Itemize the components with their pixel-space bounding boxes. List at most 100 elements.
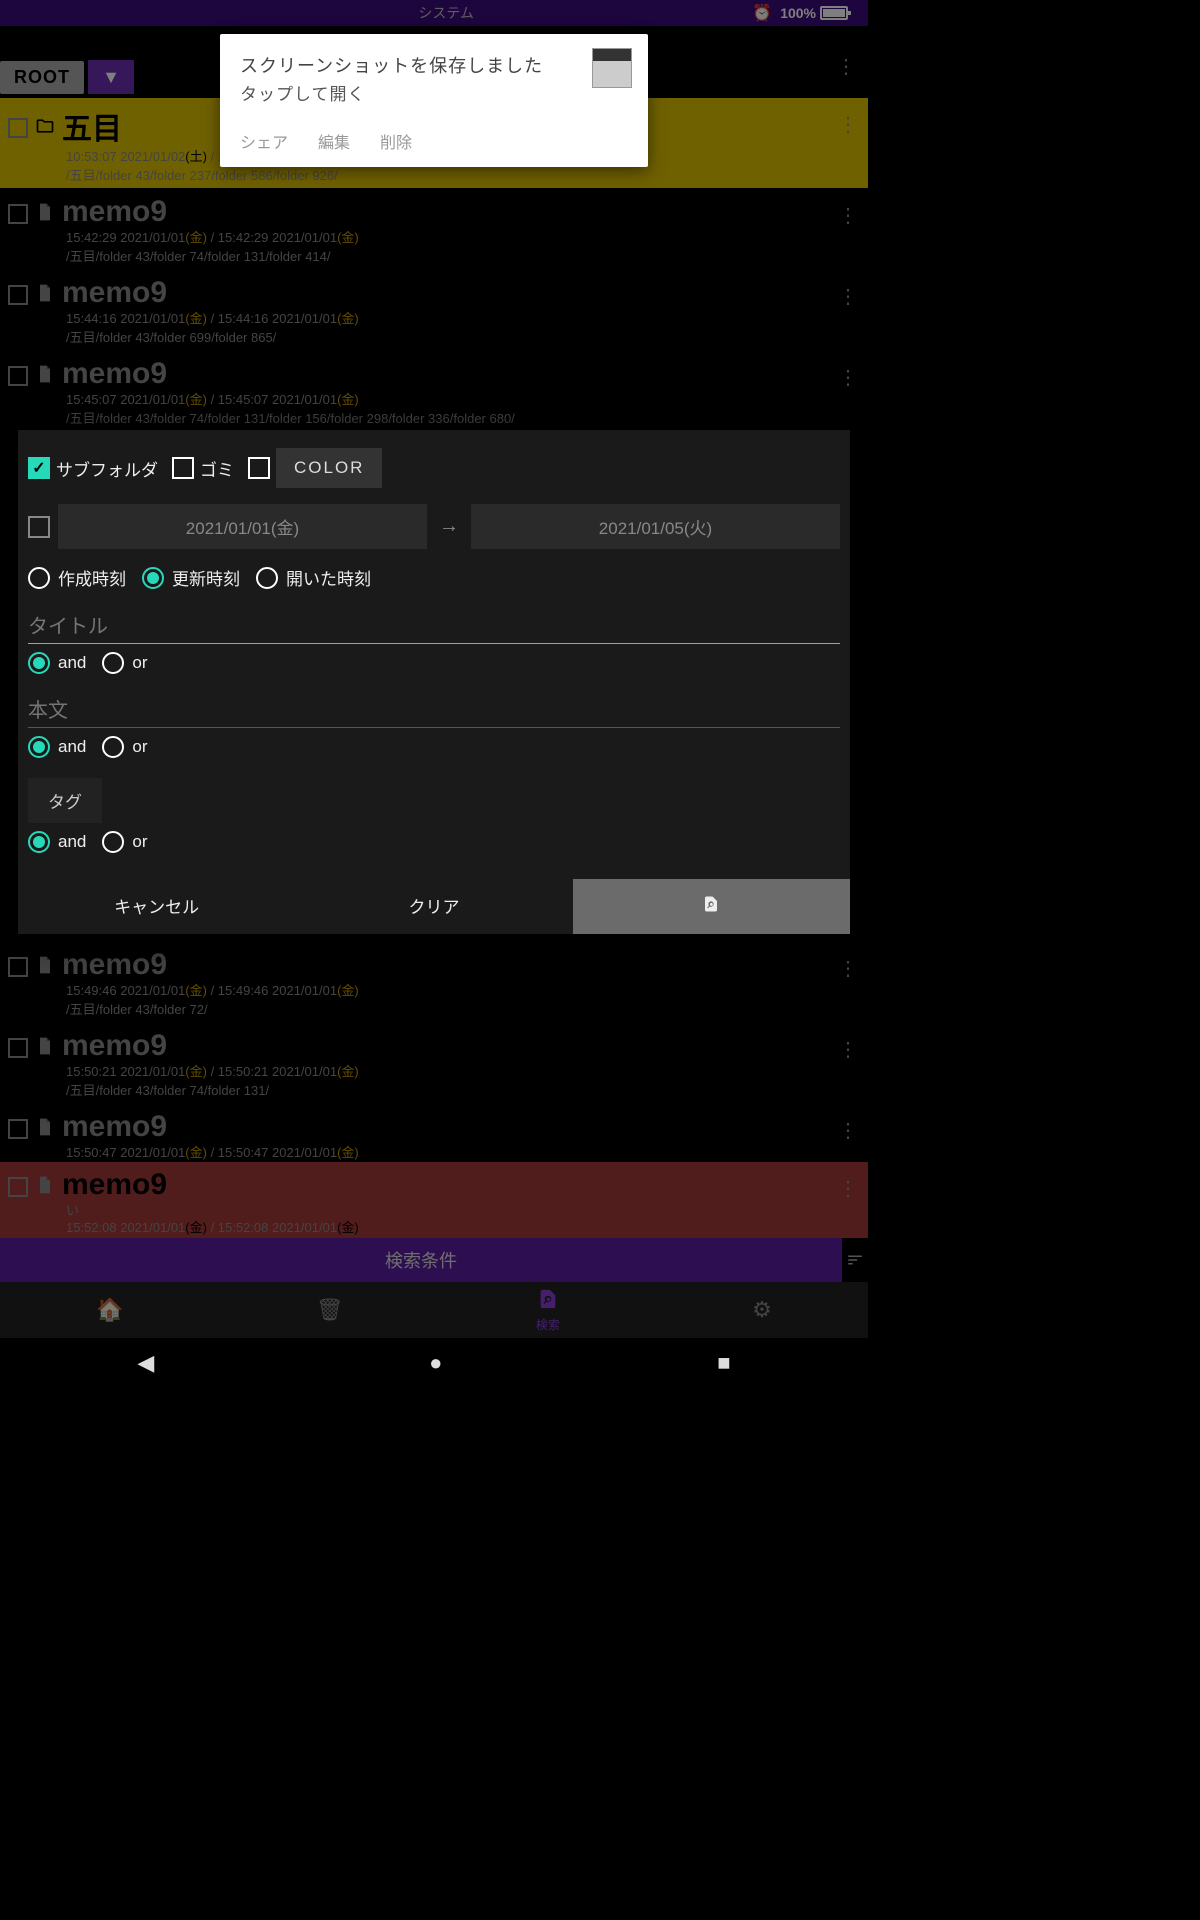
item-checkbox[interactable] [8, 366, 28, 386]
tag-or-label: or [132, 832, 147, 852]
gear-icon: ⚙ [752, 1297, 772, 1323]
date-enable-checkbox[interactable] [28, 516, 50, 538]
item-menu[interactable]: ⋮ [838, 365, 858, 390]
opened-label: 開いた時刻 [286, 565, 371, 590]
body-input[interactable] [28, 692, 840, 728]
home-button[interactable]: ● [429, 1350, 442, 1376]
sort-button[interactable] [842, 1238, 868, 1282]
nav-home[interactable]: 🏠 [96, 1297, 123, 1323]
item-checkbox[interactable] [8, 957, 28, 977]
system-nav: ◀ ● ■ [0, 1338, 868, 1388]
root-button[interactable]: ROOT [0, 61, 84, 94]
file-icon [34, 282, 56, 304]
item-path: /五目/folder 43/folder 74/folder 131/ [8, 1080, 868, 1103]
tag-or-radio[interactable] [102, 831, 124, 853]
status-system: システム [140, 3, 752, 23]
item-times: 15:49:46 2021/01/01(金) / 15:49:46 2021/0… [8, 980, 868, 999]
file-icon [34, 1116, 56, 1138]
toast-thumbnail [592, 48, 632, 88]
toast-title: スクリーンショットを保存しました [240, 52, 628, 78]
list-item[interactable]: memo9 15:49:46 2021/01/01(金) / 15:49:46 … [0, 942, 868, 1023]
tag-and-radio[interactable] [28, 831, 50, 853]
search-icon [537, 1288, 559, 1316]
item-menu[interactable]: ⋮ [838, 203, 858, 228]
item-checkbox[interactable] [8, 118, 28, 138]
color-button[interactable]: COLOR [276, 448, 382, 488]
item-title: memo9 [62, 1029, 167, 1063]
nav-settings[interactable]: ⚙ [752, 1297, 772, 1323]
search-button[interactable] [573, 879, 850, 934]
list-item[interactable]: memo9 15:50:21 2021/01/01(金) / 15:50:21 … [0, 1023, 868, 1104]
arrow-icon: → [435, 515, 463, 538]
item-menu[interactable]: ⋮ [838, 1037, 858, 1062]
overflow-menu[interactable]: ⋮ [836, 54, 856, 79]
clear-button[interactable]: クリア [295, 879, 572, 934]
item-checkbox[interactable] [8, 1119, 28, 1139]
opened-radio[interactable] [256, 567, 278, 589]
created-radio[interactable] [28, 567, 50, 589]
search-in-file-icon [702, 893, 720, 915]
title-or-label: or [132, 653, 147, 673]
item-checkbox[interactable] [8, 1038, 28, 1058]
date-to[interactable]: 2021/01/05(火) [471, 504, 840, 549]
status-bar: システム ⏰ 100% [0, 0, 868, 26]
title-input[interactable] [28, 608, 840, 644]
item-title: memo9 [62, 1168, 167, 1202]
item-times: 15:45:07 2021/01/01(金) / 15:45:07 2021/0… [8, 389, 868, 408]
alarm-icon: ⏰ [752, 3, 772, 23]
battery-percent: 100% [780, 5, 816, 21]
item-menu[interactable]: ⋮ [838, 1176, 858, 1201]
item-times: 15:44:16 2021/01/01(金) / 15:44:16 2021/0… [8, 308, 868, 327]
item-menu[interactable]: ⋮ [838, 956, 858, 981]
list-item[interactable]: memo9 15:44:16 2021/01/01(金) / 15:44:16 … [0, 270, 868, 351]
tag-button[interactable]: タグ [28, 778, 102, 823]
file-icon [34, 1174, 56, 1196]
body-or-radio[interactable] [102, 736, 124, 758]
item-times: 15:52:08 2021/01/01(金) / 15:52:08 2021/0… [8, 1217, 868, 1236]
screenshot-toast[interactable]: スクリーンショットを保存しました タップして開く シェア 編集 削除 [220, 34, 648, 167]
toast-share[interactable]: シェア [240, 129, 288, 153]
item-checkbox[interactable] [8, 285, 28, 305]
bottom-nav: 🏠 🗑 検索 ⚙ [0, 1282, 868, 1338]
subfolder-label: サブフォルダ [56, 456, 158, 481]
item-menu[interactable]: ⋮ [838, 284, 858, 309]
trash-checkbox[interactable] [172, 457, 194, 479]
sort-icon [845, 1251, 865, 1269]
nav-trash[interactable]: 🗑 [316, 1297, 344, 1323]
color-enable-checkbox[interactable] [248, 457, 270, 479]
body-and-radio[interactable] [28, 736, 50, 758]
item-checkbox[interactable] [8, 204, 28, 224]
nav-search[interactable]: 検索 [536, 1288, 560, 1333]
list-item[interactable]: memo9 15:50:47 2021/01/01(金) / 15:50:47 … [0, 1104, 868, 1162]
subfolder-checkbox[interactable]: ✓ [28, 457, 50, 479]
item-path: /五目/folder 43/folder 74/folder 131/folde… [8, 408, 868, 431]
title-or-radio[interactable] [102, 652, 124, 674]
list-item[interactable]: memo9 15:45:07 2021/01/01(金) / 15:45:07 … [0, 351, 868, 432]
updated-radio[interactable] [142, 567, 164, 589]
title-and-label: and [58, 653, 86, 673]
updated-label: 更新時刻 [172, 565, 240, 590]
root-dropdown[interactable]: ▼ [88, 60, 134, 94]
tag-and-label: and [58, 832, 86, 852]
item-menu[interactable]: ⋮ [838, 112, 858, 137]
cancel-button[interactable]: キャンセル [18, 879, 295, 934]
nav-search-label: 検索 [536, 1316, 560, 1333]
item-checkbox[interactable] [8, 1177, 28, 1197]
home-icon: 🏠 [96, 1297, 123, 1323]
item-title: memo9 [62, 276, 167, 310]
item-menu[interactable]: ⋮ [838, 1118, 858, 1143]
toast-delete[interactable]: 削除 [380, 129, 412, 153]
list-item[interactable]: memo9 15:42:29 2021/01/01(金) / 15:42:29 … [0, 189, 868, 270]
title-and-radio[interactable] [28, 652, 50, 674]
folder-icon [34, 115, 56, 137]
search-conditions-bar[interactable]: 検索条件 [0, 1238, 842, 1282]
date-from[interactable]: 2021/01/01(金) [58, 504, 427, 549]
file-icon [34, 201, 56, 223]
item-title: memo9 [62, 948, 167, 982]
item-title: memo9 [62, 357, 167, 391]
trash-icon: 🗑 [316, 1297, 344, 1323]
recents-button[interactable]: ■ [717, 1350, 730, 1376]
item-path: /五目/folder 43/folder 72/ [8, 999, 868, 1022]
toast-edit[interactable]: 編集 [318, 129, 350, 153]
back-button[interactable]: ◀ [137, 1350, 154, 1376]
